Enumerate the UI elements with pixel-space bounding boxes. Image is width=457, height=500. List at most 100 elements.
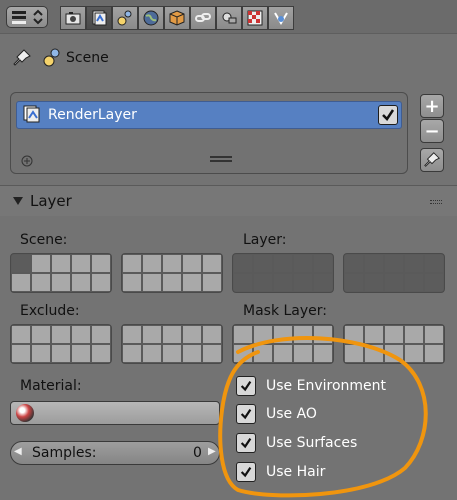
layer-toggle[interactable] <box>32 274 50 291</box>
layer-toggle[interactable] <box>294 255 312 272</box>
layer-toggle[interactable] <box>385 326 403 343</box>
tab-world[interactable] <box>138 6 164 30</box>
layer-toggle[interactable] <box>92 345 110 362</box>
layer-toggle[interactable] <box>183 274 201 291</box>
layer-toggle[interactable] <box>32 326 50 343</box>
layer-toggle[interactable] <box>143 255 161 272</box>
layer-toggle[interactable] <box>385 345 403 362</box>
layer-toggle[interactable] <box>72 255 90 272</box>
layer-toggle[interactable] <box>203 255 221 272</box>
use-surfaces-checkbox[interactable]: Use Surfaces <box>236 433 357 453</box>
layer-toggle[interactable] <box>52 326 70 343</box>
render-layers-grid-2[interactable] <box>343 253 445 293</box>
layer-toggle[interactable] <box>92 326 110 343</box>
layer-toggle[interactable] <box>314 345 332 362</box>
layer-toggle[interactable] <box>12 274 30 291</box>
layer-toggle[interactable] <box>254 255 272 272</box>
tab-constraints[interactable] <box>190 6 216 30</box>
layer-toggle[interactable] <box>163 255 181 272</box>
layer-toggle[interactable] <box>345 255 363 272</box>
checkbox-box[interactable] <box>236 404 256 424</box>
add-filter-icon[interactable] <box>20 154 34 172</box>
layer-toggle[interactable] <box>274 255 292 272</box>
layer-toggle[interactable] <box>52 255 70 272</box>
layer-toggle[interactable] <box>12 345 30 362</box>
layer-toggle[interactable] <box>254 345 272 362</box>
layer-toggle[interactable] <box>345 274 363 291</box>
scene-layers-grid-1[interactable] <box>10 253 112 293</box>
layer-toggle[interactable] <box>294 326 312 343</box>
layer-toggle[interactable] <box>385 255 403 272</box>
decrement-arrow-icon[interactable]: ◀ <box>14 446 22 457</box>
layer-toggle[interactable] <box>92 274 110 291</box>
layer-toggle[interactable] <box>92 255 110 272</box>
layer-toggle[interactable] <box>52 274 70 291</box>
layer-toggle[interactable] <box>314 326 332 343</box>
layer-toggle[interactable] <box>12 326 30 343</box>
layer-toggle[interactable] <box>183 345 201 362</box>
render-layers-grid-1[interactable] <box>232 253 334 293</box>
layer-toggle[interactable] <box>52 345 70 362</box>
tab-render-layers[interactable] <box>86 6 112 30</box>
layer-toggle[interactable] <box>405 274 423 291</box>
layer-toggle[interactable] <box>314 255 332 272</box>
tab-texture[interactable] <box>242 6 268 30</box>
checkbox-box[interactable] <box>236 462 256 482</box>
layer-toggle[interactable] <box>294 345 312 362</box>
add-layer-button[interactable]: + <box>420 94 444 118</box>
layer-toggle[interactable] <box>183 255 201 272</box>
layer-toggle[interactable] <box>385 274 403 291</box>
layer-toggle[interactable] <box>72 326 90 343</box>
drag-handle-icon[interactable] <box>430 200 442 204</box>
layer-toggle[interactable] <box>234 326 252 343</box>
layer-enabled-checkbox[interactable] <box>378 105 398 125</box>
layer-toggle[interactable] <box>123 345 141 362</box>
layer-toggle[interactable] <box>274 345 292 362</box>
checkbox-box[interactable] <box>236 376 256 396</box>
editor-type-button[interactable] <box>6 6 48 28</box>
tab-physics[interactable] <box>268 6 294 30</box>
layer-toggle[interactable] <box>365 345 383 362</box>
layer-toggle[interactable] <box>365 255 383 272</box>
tab-render[interactable] <box>60 6 86 30</box>
tab-scene[interactable] <box>112 6 138 30</box>
mask-layer-grid-2[interactable] <box>343 324 445 364</box>
layer-toggle[interactable] <box>163 326 181 343</box>
material-field[interactable] <box>10 401 220 425</box>
use-hair-checkbox[interactable]: Use Hair <box>236 462 325 482</box>
increment-arrow-icon[interactable]: ▶ <box>208 446 216 457</box>
tab-object[interactable] <box>164 6 190 30</box>
layer-toggle[interactable] <box>123 274 141 291</box>
layer-toggle[interactable] <box>32 345 50 362</box>
layer-toggle[interactable] <box>254 274 272 291</box>
layer-toggle[interactable] <box>72 274 90 291</box>
layer-toggle[interactable] <box>345 345 363 362</box>
layer-toggle[interactable] <box>234 255 252 272</box>
layer-toggle[interactable] <box>203 345 221 362</box>
layer-toggle[interactable] <box>123 255 141 272</box>
layer-toggle[interactable] <box>234 274 252 291</box>
layer-toggle[interactable] <box>274 274 292 291</box>
layer-toggle[interactable] <box>425 274 443 291</box>
layer-toggle[interactable] <box>365 274 383 291</box>
collapse-triangle-icon[interactable] <box>12 195 24 211</box>
layer-toggle[interactable] <box>425 255 443 272</box>
layer-toggle[interactable] <box>163 274 181 291</box>
use-environment-checkbox[interactable]: Use Environment <box>236 376 386 396</box>
layer-toggle[interactable] <box>405 255 423 272</box>
layer-toggle[interactable] <box>12 255 30 272</box>
tab-modifiers[interactable] <box>216 6 242 30</box>
layer-toggle[interactable] <box>314 274 332 291</box>
layer-toggle[interactable] <box>183 326 201 343</box>
checkbox-box[interactable] <box>236 433 256 453</box>
remove-layer-button[interactable]: − <box>420 119 444 143</box>
layer-toggle[interactable] <box>234 345 252 362</box>
layer-toggle[interactable] <box>163 345 181 362</box>
exclude-grid-1[interactable] <box>10 324 112 364</box>
scene-layers-grid-2[interactable] <box>121 253 223 293</box>
layer-toggle[interactable] <box>143 326 161 343</box>
mask-layer-grid-1[interactable] <box>232 324 334 364</box>
layer-toggle[interactable] <box>405 326 423 343</box>
exclude-grid-2[interactable] <box>121 324 223 364</box>
layer-toggle[interactable] <box>425 326 443 343</box>
